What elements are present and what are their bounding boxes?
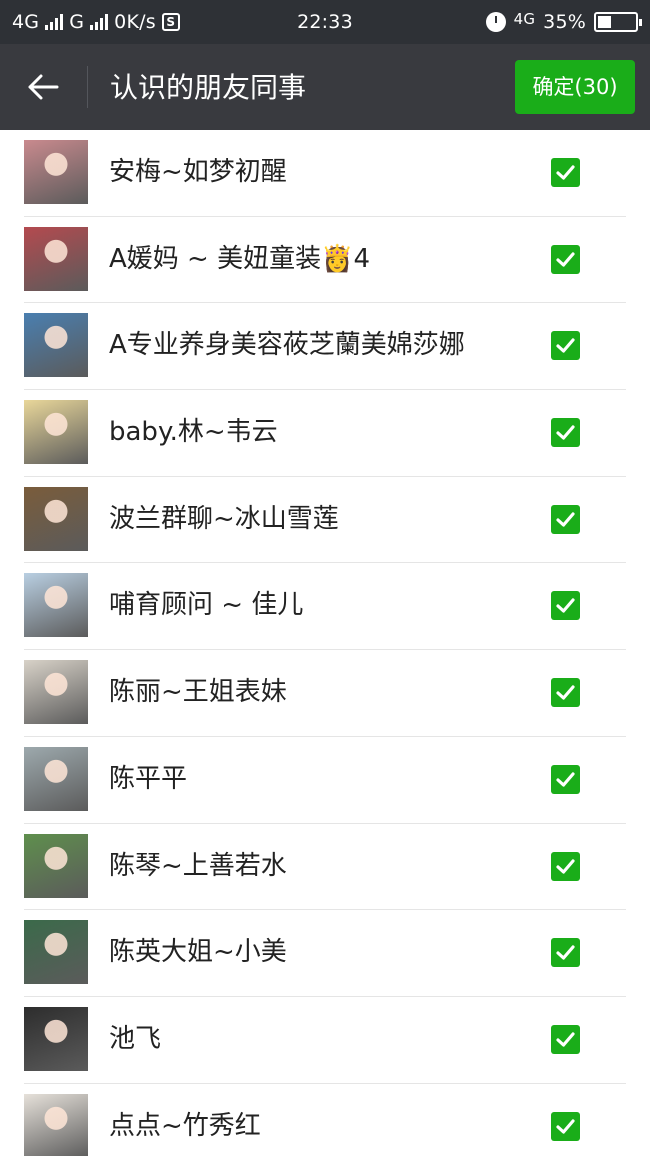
avatar xyxy=(24,1006,88,1071)
checkmark-icon xyxy=(556,512,575,527)
contact-name: 波兰群聊~冰山雪莲 xyxy=(109,503,339,534)
title-divider xyxy=(87,66,88,108)
contact-row[interactable]: 陈丽~王姐表妹 xyxy=(0,650,650,737)
battery-fill xyxy=(598,16,611,28)
checkmark-icon xyxy=(556,252,575,267)
contact-row[interactable]: 哺育顾问 ~ 佳儿 xyxy=(0,563,650,651)
back-arrow-icon xyxy=(28,74,59,100)
contact-row[interactable]: 安梅~如梦初醒 xyxy=(0,130,650,217)
contact-row[interactable]: A媛妈 ~ 美妞童装👸4 xyxy=(0,217,650,304)
contact-name: 陈平平 xyxy=(109,763,188,794)
contact-name: 点点~竹秀红 xyxy=(109,1110,261,1141)
avatar xyxy=(24,140,88,204)
checkmark-icon xyxy=(556,858,575,874)
status-right: 4G 35% xyxy=(485,8,642,36)
checkbox[interactable] xyxy=(551,504,580,534)
contact-name: A专业养身美容莜芝蘭美婂莎娜 xyxy=(109,330,465,361)
contact-name: 陈丽~王姐表妹 xyxy=(109,677,287,708)
checkmark-icon xyxy=(556,598,575,614)
confirm-button[interactable]: 确定(30) xyxy=(515,60,635,114)
contact-row[interactable]: 池飞 xyxy=(0,997,650,1084)
checkbox[interactable] xyxy=(551,938,580,968)
checkmark-icon xyxy=(556,772,575,787)
contact-name: 池飞 xyxy=(109,1023,162,1054)
checkmark-icon xyxy=(556,338,575,353)
contact-row[interactable]: 陈平平 xyxy=(0,737,650,824)
back-button[interactable] xyxy=(16,62,70,112)
avatar xyxy=(24,833,88,898)
avatar xyxy=(24,486,88,551)
checkmark-icon xyxy=(556,945,575,960)
checkbox[interactable] xyxy=(551,244,580,274)
battery-percent: 35% xyxy=(543,11,586,33)
checkmark-icon xyxy=(556,1118,575,1134)
checkbox[interactable] xyxy=(551,678,580,708)
contact-name: 陈琴~上善若水 xyxy=(109,850,287,881)
avatar xyxy=(24,1093,88,1156)
contact-row[interactable]: 陈琴~上善若水 xyxy=(0,824,650,911)
avatar xyxy=(24,573,88,638)
contact-name: 安梅~如梦初醒 xyxy=(109,157,287,187)
contact-name: 陈英大姐~小美 xyxy=(109,937,287,968)
checkmark-icon xyxy=(556,685,575,700)
avatar xyxy=(24,313,88,378)
checkbox[interactable] xyxy=(551,1024,580,1054)
avatar xyxy=(24,920,88,985)
contact-list: 安梅~如梦初醒 A媛妈 ~ 美妞童装👸4 A专业养身美容莜芝蘭美婂莎娜 baby.林~… xyxy=(0,130,650,1156)
checkbox[interactable] xyxy=(551,158,580,187)
contact-row[interactable]: 点点~竹秀红 xyxy=(0,1084,650,1156)
checkmark-icon xyxy=(556,425,575,440)
alarm-icon xyxy=(485,12,506,32)
checkbox[interactable] xyxy=(551,591,580,621)
status-bar: 4G G 0K/s S 22:33 4G 35% xyxy=(0,0,650,44)
checkbox[interactable] xyxy=(551,418,580,448)
avatar xyxy=(24,226,88,291)
contact-name: baby.林~韦云 xyxy=(109,417,278,448)
contact-row[interactable]: 陈英大姐~小美 xyxy=(0,910,650,997)
contact-name: A媛妈 ~ 美妞童装👸4 xyxy=(109,243,371,274)
avatar xyxy=(24,400,88,465)
title-bar: 认识的朋友同事 确定(30) xyxy=(0,44,650,130)
checkmark-icon xyxy=(556,1032,575,1047)
checkbox[interactable] xyxy=(551,851,580,881)
checkmark-icon xyxy=(556,165,575,180)
avatar xyxy=(24,660,88,725)
contact-name: 哺育顾问 ~ 佳儿 xyxy=(109,590,304,621)
contact-row[interactable]: A专业养身美容莜芝蘭美婂莎娜 xyxy=(0,303,650,391)
avatar xyxy=(24,746,88,811)
contact-row[interactable]: 波兰群聊~冰山雪莲 xyxy=(0,477,650,564)
page-title: 认识的朋友同事 xyxy=(110,71,307,104)
network-4g-label: 4G xyxy=(513,10,536,28)
checkbox[interactable] xyxy=(551,331,580,361)
checkbox[interactable] xyxy=(551,1111,580,1141)
battery-icon xyxy=(594,12,642,32)
contact-row[interactable]: baby.林~韦云 xyxy=(0,390,650,477)
checkbox[interactable] xyxy=(551,764,580,794)
